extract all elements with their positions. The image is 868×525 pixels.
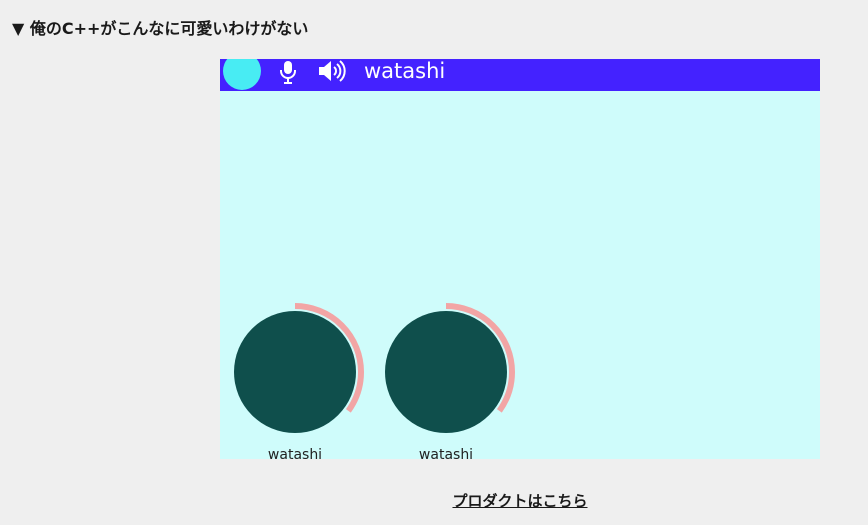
participant-name: watashi — [267, 447, 323, 459]
speaker-icon[interactable] — [317, 59, 347, 83]
participant-name: watashi — [418, 447, 474, 459]
participant-tile[interactable]: watashi — [385, 299, 535, 459]
participant-avatar-graphic — [234, 303, 364, 441]
voice-chat-topbar: watashi — [220, 59, 820, 91]
participant-avatar — [385, 311, 507, 433]
topbar-username: watashi — [364, 59, 446, 83]
self-avatar[interactable] — [223, 59, 261, 90]
page-heading: ▼ 俺のC++がこんなに可愛いわけがない — [12, 19, 309, 38]
participant-tile[interactable]: watashi — [234, 299, 384, 459]
product-link[interactable]: プロダクトはこちら — [0, 490, 868, 511]
participant-avatar — [234, 311, 356, 433]
voice-chat-widget: watashi watashi watashi — [220, 59, 820, 459]
mic-icon[interactable] — [277, 60, 299, 84]
participant-avatar-graphic — [385, 303, 515, 441]
